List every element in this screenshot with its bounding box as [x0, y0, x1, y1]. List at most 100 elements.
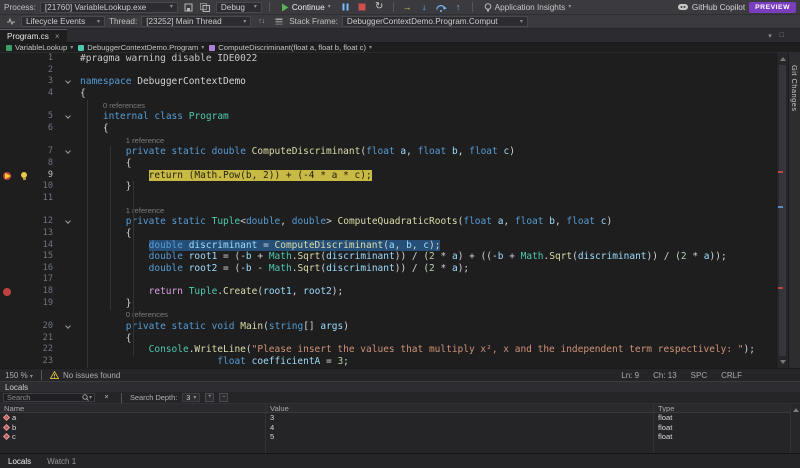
window-layout-icon[interactable]: □ — [780, 32, 784, 39]
code-text[interactable]: { — [80, 333, 776, 345]
code-text[interactable]: namespace DebuggerContextDemo — [80, 76, 776, 88]
locals-value-cell[interactable]: 3 — [266, 413, 654, 423]
code-editor[interactable]: 1 #pragma warning disable IDE0022 2 3 namesp… — [0, 53, 776, 368]
codelens-references[interactable]: 0 references — [80, 310, 168, 319]
breakpoint-margin[interactable] — [0, 344, 16, 356]
code-text[interactable]: private static double ComputeDiscriminan… — [80, 146, 776, 158]
breakpoint-margin[interactable] — [0, 146, 16, 158]
zoom-control[interactable]: 150 % ▾ — [5, 371, 33, 380]
breakpoint-margin[interactable] — [0, 274, 16, 286]
code-text[interactable]: double root1 = (-b + Math.Sqrt(discrimin… — [80, 251, 776, 263]
breakpoint-margin[interactable] — [0, 309, 16, 321]
breakpoint-margin[interactable] — [0, 216, 16, 228]
step-out-button[interactable]: ↑ — [452, 1, 465, 14]
breakpoint-margin[interactable] — [0, 205, 16, 217]
code-text[interactable]: float coefficientA = 3; — [80, 356, 776, 368]
locals-row[interactable]: a 3 float — [0, 413, 790, 423]
codelens-references[interactable]: 0 references — [80, 101, 145, 110]
line-ending-indicator[interactable]: CRLF — [721, 371, 742, 380]
locals-panel-header[interactable]: Locals — [0, 382, 800, 392]
breakpoint-margin[interactable] — [0, 76, 16, 88]
code-text[interactable] — [80, 274, 776, 286]
code-text[interactable]: double discriminant = ComputeDiscriminan… — [80, 239, 776, 252]
collapse-all-icon[interactable]: − — [219, 393, 229, 402]
github-copilot-button[interactable]: GitHub Copilot — [677, 3, 745, 12]
breakpoint-margin[interactable] — [0, 111, 16, 123]
codelens-text[interactable]: 0 references — [80, 309, 776, 321]
spaces-indicator[interactable]: SPC — [691, 371, 707, 380]
breakpoint-margin[interactable] — [0, 88, 16, 100]
codelens-text[interactable]: 1 reference — [80, 205, 776, 217]
preview-badge[interactable]: PREVIEW — [749, 1, 796, 13]
step-over-button[interactable] — [435, 1, 448, 14]
breakpoint-margin[interactable] — [0, 53, 16, 65]
scroll-up-icon[interactable] — [780, 57, 786, 61]
codelens-references[interactable]: 1 reference — [80, 136, 164, 145]
breakpoint-icon[interactable] — [3, 288, 11, 297]
locals-row[interactable]: b 4 float — [0, 422, 790, 432]
breadcrumb-member[interactable]: ComputeDiscriminant(float a, float b, fl… — [209, 43, 372, 52]
breadcrumb-project[interactable]: VariableLookup ▾ — [6, 43, 73, 52]
collapse-chevron-icon[interactable] — [60, 146, 80, 158]
breakpoint-margin[interactable] — [0, 333, 16, 345]
breakpoint-margin[interactable] — [0, 123, 16, 135]
scroll-up-icon[interactable] — [793, 408, 799, 412]
code-text[interactable]: double root2 = (-b - Math.Sqrt(discrimin… — [80, 263, 776, 275]
code-text[interactable]: { — [80, 123, 776, 135]
code-text[interactable]: return Tuple.Create(root1, root2); — [80, 286, 776, 298]
breakpoint-margin[interactable] — [0, 356, 16, 368]
locals-row[interactable]: c 5 float — [0, 432, 790, 442]
continue-button[interactable]: Continue ▾ — [277, 1, 335, 14]
previous-thread-icon[interactable]: ↑↓ — [255, 15, 268, 28]
breakpoint-margin[interactable] — [0, 135, 16, 147]
process-dropdown[interactable]: [21760] VariableLookup.exe ▾ — [39, 1, 178, 13]
locals-value-cell[interactable]: 5 — [266, 432, 654, 442]
editor-vertical-scrollbar[interactable] — [776, 53, 788, 368]
breakpoint-margin[interactable] — [0, 286, 16, 298]
stop-button[interactable] — [356, 1, 369, 14]
locals-name-cell[interactable]: c — [0, 432, 266, 442]
breakpoint-margin[interactable] — [0, 158, 16, 170]
locals-search-box[interactable]: ▾ — [3, 393, 95, 402]
application-insights-button[interactable]: Application Insights ▾ — [480, 1, 576, 14]
locals-scrollbar[interactable] — [790, 404, 800, 453]
breakpoint-margin[interactable] — [0, 228, 16, 240]
code-text[interactable]: private static Tuple<double, double> Com… — [80, 216, 776, 228]
code-text[interactable]: Console.WriteLine("Please insert the val… — [80, 344, 776, 356]
breakpoint-margin[interactable] — [0, 170, 16, 182]
collapse-chevron-icon[interactable] — [60, 216, 80, 228]
scroll-down-icon[interactable] — [780, 360, 786, 364]
expand-all-icon[interactable]: + — [205, 393, 215, 402]
code-text[interactable]: { — [80, 158, 776, 170]
git-changes-tab[interactable]: Git Changes — [790, 65, 799, 368]
break-all-button[interactable] — [339, 1, 352, 14]
collapse-chevron-icon[interactable] — [60, 76, 80, 88]
code-text[interactable]: } — [80, 181, 776, 193]
column-header-value[interactable]: Value — [266, 404, 654, 412]
stack-frame-dropdown[interactable]: DebuggerContextDemo.Program.Comput ▾ — [341, 16, 528, 27]
code-text[interactable]: internal class Program — [80, 111, 776, 123]
save-all-icon[interactable] — [199, 1, 212, 14]
line-indicator[interactable]: Ln: 9 — [621, 371, 639, 380]
issues-indicator[interactable]: No issues found — [49, 371, 120, 380]
save-icon[interactable] — [182, 1, 195, 14]
search-input[interactable] — [4, 393, 82, 402]
breakpoint-margin[interactable] — [0, 251, 16, 263]
codelens-text[interactable]: 1 reference — [80, 135, 776, 147]
code-text[interactable]: } — [80, 298, 776, 310]
code-text[interactable]: private static void Main(string[] args) — [80, 321, 776, 333]
breakpoint-margin[interactable] — [0, 100, 16, 112]
column-header-type[interactable]: Type — [654, 404, 790, 412]
breadcrumb-type[interactable]: DebuggerContextDemo.Program ▾ — [78, 43, 204, 52]
breakpoint-margin[interactable] — [0, 181, 16, 193]
close-tab-icon[interactable]: × — [55, 32, 60, 41]
codelens-references[interactable]: 1 reference — [80, 206, 164, 215]
collapse-chevron-icon[interactable] — [60, 111, 80, 123]
breakpoint-margin[interactable] — [0, 65, 16, 77]
locals-name-cell[interactable]: a — [0, 413, 266, 423]
collapse-chevron-icon[interactable] — [60, 321, 80, 333]
code-text[interactable]: return (Math.Pow(b, 2)) + (-4 * a * c); — [80, 169, 776, 182]
thread-dropdown[interactable]: [23252] Main Thread ▾ — [141, 16, 252, 27]
code-text[interactable]: { — [80, 88, 776, 100]
clear-search-icon[interactable]: × — [100, 393, 113, 402]
